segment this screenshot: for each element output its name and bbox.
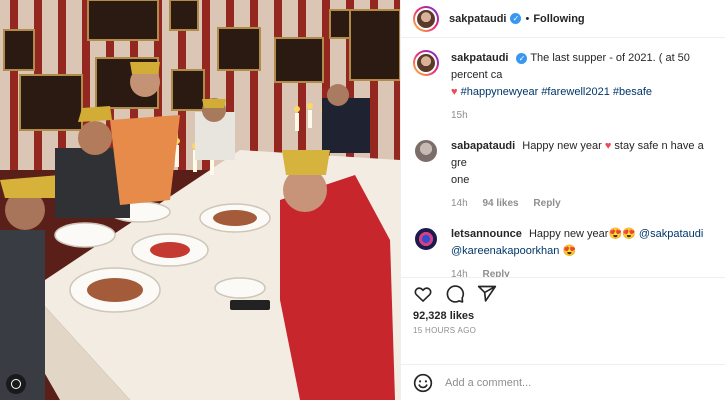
comment-username[interactable]: letsannounce (451, 228, 522, 240)
comment-body: sabapataudi Happy new year ♥ stay safe n… (451, 138, 713, 212)
header-username[interactable]: sakpataudi (449, 13, 506, 25)
caption-time[interactable]: 15h (451, 110, 468, 121)
avatar[interactable] (413, 5, 439, 32)
verified-badge-icon: ✓ (516, 53, 528, 64)
caption-body: sakpataudi ✓ The last supper - of 2021. (… (451, 50, 713, 124)
add-comment-input[interactable] (445, 376, 705, 389)
comment-mention[interactable]: @kareenakapoorkhan (451, 245, 559, 257)
share-icon[interactable] (477, 284, 497, 304)
following-button[interactable]: Following (533, 13, 584, 25)
likes-count[interactable]: 92,328 likes (401, 310, 725, 322)
heart-icon[interactable] (413, 284, 433, 304)
heart-emoji-icon: ♥ (604, 140, 612, 152)
caption: sakpataudi ✓ The last supper - of 2021. (… (413, 50, 713, 124)
comment-text-line2: one (451, 174, 470, 186)
reply-button[interactable]: Reply (482, 269, 509, 277)
caption-avatar[interactable] (413, 50, 439, 76)
emoji-icon[interactable] (413, 373, 433, 393)
caption-hashtags[interactable]: #happynewyear #farewell2021 #besafe (461, 86, 652, 98)
comment-meta: 14h Reply (451, 266, 713, 277)
comment-likes[interactable]: 94 likes (482, 198, 518, 209)
comment-meta: 14h 94 likes Reply (451, 195, 713, 212)
comment-item: letsannounce Happy new year😍😍 @sakpataud… (413, 226, 713, 277)
comment-emoji: 😍 (562, 245, 577, 257)
dinner-party-photo (0, 0, 400, 400)
comments-list: sakpataudi ✓ The last supper - of 2021. (… (401, 38, 725, 278)
instagram-post: sakpataudi ✓ • Following sakpataudi ✓ The… (0, 0, 725, 400)
comment-text: Happy new year (522, 140, 602, 152)
comment-text: Happy new year😍😍 (528, 228, 636, 240)
verified-badge-icon: ✓ (510, 13, 522, 24)
posted-time[interactable]: 15 HOURS AGO (401, 322, 725, 335)
post-header: sakpataudi ✓ • Following (401, 0, 725, 38)
reel-badge-icon[interactable] (6, 374, 26, 394)
comment-time[interactable]: 14h (451, 269, 468, 277)
comment-mention[interactable]: @sakpataudi (639, 228, 703, 240)
action-bar (401, 278, 725, 310)
separator-dot: • (525, 12, 530, 25)
reply-button[interactable]: Reply (533, 198, 560, 209)
caption-username[interactable]: sakpataudi (451, 52, 508, 64)
comment-body: letsannounce Happy new year😍😍 @sakpataud… (451, 226, 713, 277)
comment-time[interactable]: 14h (451, 198, 468, 209)
heart-emoji-icon: ♥ (451, 86, 458, 98)
post-details-panel: sakpataudi ✓ • Following sakpataudi ✓ The… (400, 0, 725, 400)
caption-meta: 15h (451, 107, 713, 124)
add-comment-bar (401, 364, 725, 400)
comment-username[interactable]: sabapataudi (451, 140, 515, 152)
comment-icon[interactable] (445, 284, 465, 304)
comment-avatar[interactable] (413, 138, 439, 164)
comment-avatar[interactable] (413, 226, 439, 252)
comment-item: sabapataudi Happy new year ♥ stay safe n… (413, 138, 713, 212)
post-photo[interactable] (0, 0, 400, 400)
